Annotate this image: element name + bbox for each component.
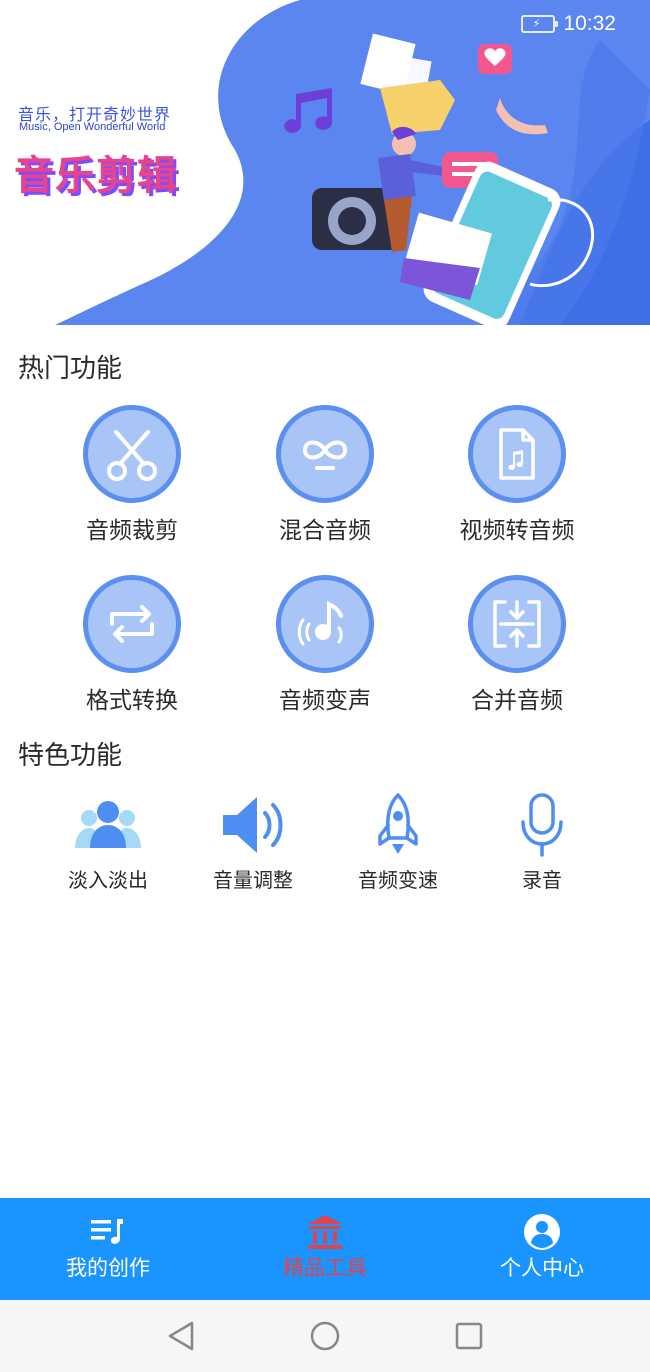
nav-label: 我的创作: [66, 1256, 150, 1280]
back-icon[interactable]: [163, 1318, 199, 1354]
feature-functions-title: 特色功能: [18, 741, 123, 771]
nav-item-premium-tools[interactable]: 精品工具: [217, 1198, 433, 1300]
feature-label: 音频变速: [358, 868, 438, 892]
repeat-icon: [83, 575, 181, 673]
hot-label: 混合音频: [279, 518, 371, 544]
format-convert-button[interactable]: 格式转换: [37, 575, 227, 725]
banner-tagline-en: Music, Open Wonderful World: [19, 121, 166, 133]
nav-label: 个人中心: [500, 1256, 584, 1280]
audio-cut-button[interactable]: 音频裁剪: [37, 405, 227, 555]
rocket-icon: [362, 792, 434, 858]
nav-label: 精品工具: [283, 1256, 367, 1280]
video-to-audio-button[interactable]: 视频转音频: [422, 405, 612, 555]
infinity-icon: [276, 405, 374, 503]
hot-label: 合并音频: [471, 688, 563, 714]
hot-functions-title: 热门功能: [18, 354, 123, 384]
user-icon: [522, 1212, 562, 1252]
microphone-icon: [506, 792, 578, 858]
recents-icon[interactable]: [451, 1318, 487, 1354]
playlist-icon: [88, 1212, 128, 1252]
voice-note-icon: [276, 575, 374, 673]
merge-audio-button[interactable]: 合并音频: [422, 575, 612, 725]
hot-label: 音频裁剪: [86, 518, 178, 544]
speed-change-button[interactable]: 音频变速: [333, 792, 463, 902]
record-button[interactable]: 录音: [477, 792, 607, 902]
nav-item-profile[interactable]: 个人中心: [434, 1198, 650, 1300]
home-icon[interactable]: [307, 1318, 343, 1354]
system-nav-bar: [0, 1300, 650, 1372]
banner-title: 音乐剪辑: [14, 153, 178, 199]
voice-change-button[interactable]: 音频变声: [230, 575, 420, 725]
music-file-icon: [468, 405, 566, 503]
hot-label: 音频变声: [279, 688, 371, 714]
mix-audio-button[interactable]: 混合音频: [230, 405, 420, 555]
nav-item-my-creations[interactable]: 我的创作: [0, 1198, 216, 1300]
volume-adjust-button[interactable]: 音量调整: [188, 792, 318, 902]
speaker-icon: [217, 792, 289, 858]
status-time: 10:32: [563, 12, 616, 35]
bank-icon: [305, 1212, 345, 1252]
scissors-icon: [83, 405, 181, 503]
fade-in-out-button[interactable]: 淡入淡出: [43, 792, 173, 902]
feature-label: 录音: [522, 868, 562, 892]
bottom-nav: 我的创作 精品工具 个人中心: [0, 1198, 650, 1300]
hot-label: 视频转音频: [459, 518, 575, 544]
banner[interactable]: ⚡ 10:32 音乐，打开奇妙世界 Music, Open Wonderful …: [0, 0, 650, 325]
hot-label: 格式转换: [86, 688, 178, 714]
status-bar: ⚡ 10:32: [521, 12, 616, 36]
battery-charging-icon: ⚡: [521, 15, 559, 33]
feature-label: 淡入淡出: [68, 868, 148, 892]
merge-icon: [468, 575, 566, 673]
feature-label: 音量调整: [213, 868, 293, 892]
people-icon: [72, 792, 144, 858]
